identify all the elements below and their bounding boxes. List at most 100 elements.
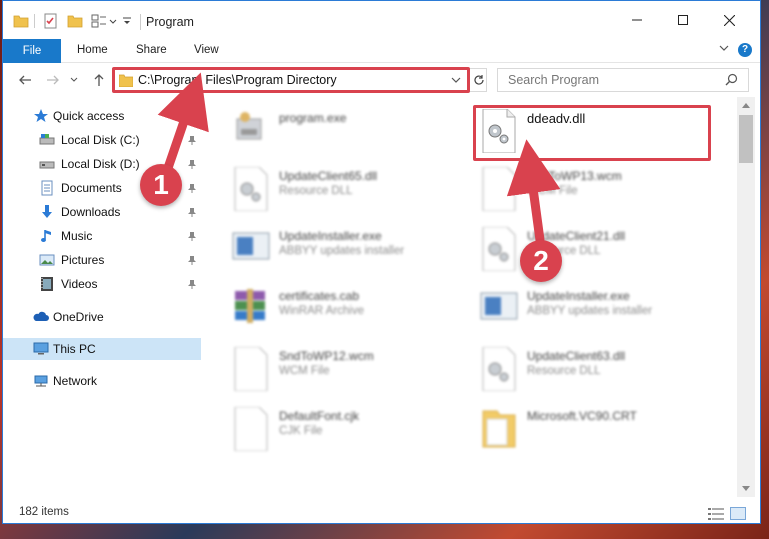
chevron-down-icon[interactable] <box>451 74 461 88</box>
sidebar-item-this-pc[interactable]: This PC <box>3 338 201 360</box>
sidebar-item-downloads[interactable]: Downloads <box>3 201 201 223</box>
customize-toolbar-icon[interactable] <box>122 15 132 31</box>
search-box[interactable] <box>497 68 749 92</box>
file-name: UpdateClient65.dll <box>279 169 378 183</box>
folder-icon <box>13 13 29 29</box>
scrollbar-thumb[interactable] <box>739 115 753 163</box>
file-name: UpdateClient63.dll <box>527 349 626 363</box>
file-name: DefaultFont.cjk <box>279 409 360 423</box>
sidebar-item-pictures[interactable]: Pictures <box>3 249 201 271</box>
file-item[interactable]: UpdateClient21.dll Resource DLL <box>479 226 719 281</box>
file-name: SndToWP13.wcm <box>527 169 622 183</box>
sidebar-item-quick-access[interactable]: Quick access <box>3 105 201 127</box>
pin-icon[interactable] <box>187 158 197 172</box>
file-type: WCM File <box>279 365 330 377</box>
minimize-button[interactable] <box>614 1 660 39</box>
forward-icon[interactable] <box>45 72 61 88</box>
file-type: Resource DLL <box>279 185 353 197</box>
tab-share[interactable]: Share <box>136 44 167 56</box>
sidebar-item-local-disk-c[interactable]: Local Disk (C:) <box>3 129 201 151</box>
scroll-up-icon[interactable] <box>737 97 755 113</box>
pin-icon[interactable] <box>187 182 197 196</box>
vertical-scrollbar[interactable] <box>737 97 755 497</box>
file-item[interactable]: DefaultFont.cjk CJK File <box>231 406 471 461</box>
installer-icon <box>479 287 519 331</box>
exe-icon <box>231 109 271 153</box>
pictures-icon <box>39 252 55 268</box>
pin-icon[interactable] <box>187 134 197 148</box>
back-icon[interactable] <box>17 72 33 88</box>
tab-file[interactable]: File <box>3 39 61 63</box>
close-icon <box>723 14 735 26</box>
file-item[interactable]: UpdateClient65.dll Resource DLL <box>231 166 471 221</box>
sidebar-item-label: Videos <box>61 277 98 291</box>
sidebar-item-network[interactable]: Network <box>3 370 201 392</box>
sidebar-item-label: Local Disk (C:) <box>61 133 140 147</box>
divider <box>34 14 35 28</box>
file-name: certificates.cab <box>279 289 360 303</box>
help-icon[interactable]: ? <box>738 43 752 57</box>
tab-view[interactable]: View <box>194 44 219 56</box>
divider <box>140 14 141 30</box>
step-1-badge: 1 <box>140 164 182 206</box>
search-input[interactable] <box>498 69 718 91</box>
tab-home[interactable]: Home <box>77 44 108 56</box>
pin-icon[interactable] <box>187 206 197 220</box>
refresh-icon[interactable] <box>469 69 487 91</box>
scroll-down-icon[interactable] <box>737 481 755 497</box>
navigation-bar: C:\Program Files\Program Directory <box>3 63 760 97</box>
sidebar-item-label: Local Disk (D:) <box>61 157 140 171</box>
address-bar[interactable]: C:\Program Files\Program Directory <box>112 68 487 92</box>
new-folder-icon[interactable] <box>67 13 83 29</box>
blank-file-icon <box>231 406 271 452</box>
file-item[interactable]: SndToWP13.wcm WCM File <box>479 166 719 221</box>
downloads-icon <box>39 204 55 220</box>
item-count: 182 items <box>19 506 69 518</box>
expand-ribbon-icon[interactable] <box>718 42 730 57</box>
documents-icon <box>39 180 55 196</box>
file-type: ABBYY updates installer <box>527 305 653 317</box>
pin-icon[interactable] <box>187 254 197 268</box>
sidebar-item-label: Network <box>53 374 98 388</box>
view-layout-icon[interactable] <box>91 13 107 29</box>
file-item[interactable]: UpdateInstaller.exe ABBYY updates instal… <box>231 227 471 281</box>
videos-icon <box>39 276 55 292</box>
file-name: SndToWP12.wcm <box>279 349 374 363</box>
file-item[interactable]: Microsoft.VC90.CRT <box>479 407 719 461</box>
search-icon[interactable] <box>725 73 738 89</box>
title-bar: Program <box>3 1 760 39</box>
maximize-button[interactable] <box>660 1 706 39</box>
close-button[interactable] <box>706 1 752 39</box>
details-view-icon[interactable] <box>708 508 724 523</box>
file-item[interactable]: SndToWP12.wcm WCM File <box>231 346 471 401</box>
file-type: Resource DLL <box>527 365 601 377</box>
recent-locations-icon[interactable] <box>69 72 79 88</box>
large-icons-view-icon[interactable] <box>730 507 746 520</box>
sidebar-item-label: Pictures <box>61 253 105 267</box>
dll-gear-icon <box>479 346 519 392</box>
sidebar-item-videos[interactable]: Videos <box>3 273 201 295</box>
dll-gear-icon <box>479 226 519 272</box>
installer-icon <box>231 227 271 271</box>
up-icon[interactable] <box>91 72 107 88</box>
blank-file-icon <box>231 346 271 392</box>
pin-icon[interactable] <box>187 230 197 244</box>
blank-file-icon <box>479 166 519 212</box>
sidebar-item-onedrive[interactable]: OneDrive <box>3 306 201 328</box>
sidebar-item-label: OneDrive <box>53 310 104 324</box>
file-item[interactable]: certificates.cab WinRAR Archive <box>231 287 471 341</box>
drive-icon <box>39 156 55 172</box>
sidebar-item-label: Downloads <box>61 205 121 219</box>
file-item[interactable]: UpdateClient63.dll Resource DLL <box>479 346 719 401</box>
file-item[interactable]: UpdateInstaller.exe ABBYY updates instal… <box>479 287 719 341</box>
pin-icon[interactable] <box>187 278 197 292</box>
star-icon <box>33 108 49 124</box>
file-item[interactable]: program.exe <box>231 109 471 163</box>
chevron-down-icon[interactable] <box>109 15 117 31</box>
properties-icon[interactable] <box>43 13 59 29</box>
drive-icon <box>39 132 55 148</box>
sidebar-item-label: Quick access <box>53 109 125 123</box>
maximize-icon <box>678 15 688 25</box>
sidebar-item-music[interactable]: Music <box>3 225 201 247</box>
ribbon: File Home Share View ? <box>3 39 760 63</box>
